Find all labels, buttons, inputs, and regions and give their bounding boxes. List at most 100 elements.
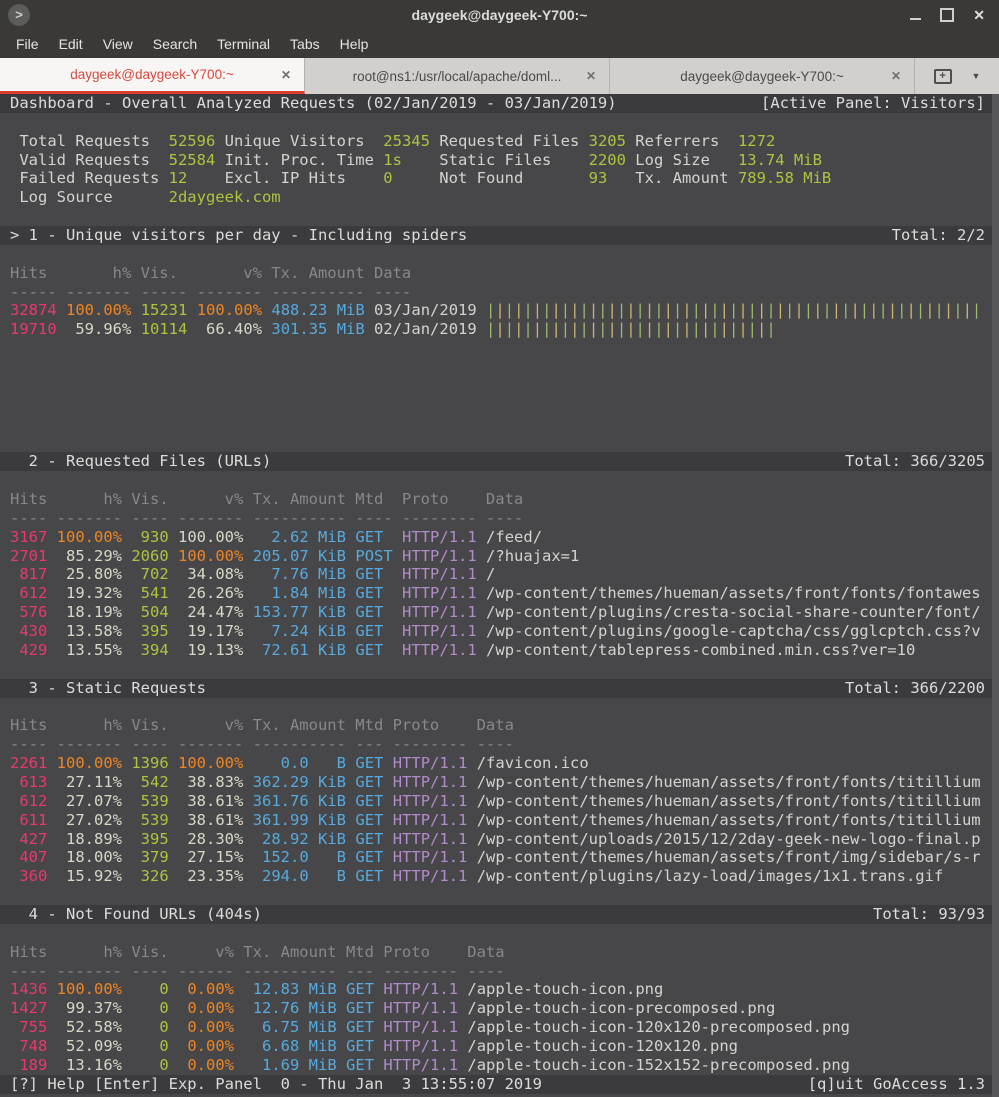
- cell-vpct: 100.00%: [178, 527, 244, 546]
- maximize-icon[interactable]: [940, 7, 955, 22]
- bar-tick: |: [607, 301, 617, 320]
- panel-column-headers: Hits h% Vis. v% Tx. Amount Mtd Proto Dat…: [10, 942, 505, 961]
- new-tab-icon[interactable]: +: [933, 68, 952, 84]
- cell-mtd: POST: [355, 546, 393, 565]
- cell-hpct: 25.80%: [56, 565, 122, 584]
- bar-tick: |: [766, 301, 776, 320]
- cell-proto: HTTP/1.1: [392, 791, 468, 810]
- bar-tick: |: [588, 301, 599, 320]
- menu-item-help[interactable]: Help: [330, 32, 379, 56]
- cell-tx: 205.07 KiB: [252, 546, 347, 565]
- close-icon[interactable]: ✕: [973, 8, 985, 22]
- cell-mtd: GET: [355, 772, 384, 791]
- panel-row: 1427 99.37% 0 0.00% 12.76 MiB GET HTTP/1…: [0, 999, 999, 1018]
- summary-segment: [626, 151, 635, 169]
- panel-row: 430 13.58% 395 19.17% 7.24 KiB GET HTTP/…: [0, 622, 999, 641]
- cell-mtd: GET: [355, 754, 384, 773]
- cell-tx: 0.0 B: [252, 754, 347, 773]
- bar-tick: |: [626, 301, 636, 320]
- tab-close-icon[interactable]: ✕: [891, 69, 901, 83]
- bar-tick: |: [738, 301, 748, 320]
- cell-vpct: 19.13%: [178, 640, 244, 659]
- blank-line: [0, 433, 999, 452]
- cell-vis: 539: [131, 791, 169, 810]
- bar-tick: |: [663, 320, 673, 339]
- summary-segment: Valid Requests: [10, 150, 169, 169]
- terminal-screen: Dashboard - Overall Analyzed Requests (0…: [0, 94, 999, 1097]
- cell-data: /apple-touch-icon-120x120-precomposed.pn…: [467, 1018, 850, 1037]
- cell-hpct: 18.19%: [56, 603, 122, 622]
- cell-proto: HTTP/1.1: [402, 603, 477, 622]
- panel-header-4-right: Total: 93/93: [873, 904, 985, 923]
- panel-row: 755 52.58% 0 0.00% 6.75 MiB GET HTTP/1.1…: [0, 1018, 999, 1037]
- blank-line: [0, 396, 999, 415]
- window-title: daygeek@daygeek-Y700:~: [411, 6, 588, 23]
- panel-row: 407 18.00% 379 27.15% 152.0 B GET HTTP/1…: [0, 848, 999, 867]
- dashboard-header-left: Dashboard - Overall Analyzed Requests (0…: [10, 94, 617, 112]
- cell-proto: HTTP/1.1: [392, 810, 468, 829]
- summary-line: Log Source 2daygeek.com: [0, 188, 999, 207]
- menu-item-edit[interactable]: Edit: [49, 32, 93, 56]
- panel-column-dashes: ---- ------- ---- ------- ---------- ---…: [10, 735, 514, 754]
- cell-hpct: 18.00%: [56, 848, 122, 867]
- tab-2[interactable]: root@ns1:/usr/local/apache/doml... ✕: [305, 58, 610, 94]
- bar-tick: |: [971, 301, 982, 320]
- bar-tick: |: [532, 301, 543, 320]
- tab-1[interactable]: daygeek@daygeek-Y700:~ ✕: [0, 58, 305, 94]
- cell-mtd: GET: [355, 584, 393, 603]
- summary-segment: 2200: [588, 150, 626, 169]
- summary-segment: 3205: [588, 131, 626, 150]
- bar-tick: |: [794, 301, 804, 320]
- bar-tick: |: [915, 301, 926, 320]
- cell-mtd: GET: [346, 980, 375, 999]
- status-bar-left: [?] Help [Enter] Exp. Panel 0 - Thu Jan …: [10, 1074, 542, 1093]
- panel-row: 32874 100.00% 15231 100.00% 488.23 MiB 0…: [0, 301, 999, 320]
- bar-tick: |: [757, 301, 767, 320]
- minimize-icon[interactable]: [910, 17, 922, 20]
- bar-tick: |: [850, 301, 860, 320]
- bar-tick: |: [644, 320, 655, 339]
- menu-item-tabs[interactable]: Tabs: [280, 32, 330, 56]
- menu-item-file[interactable]: File: [6, 32, 49, 56]
- cell-vis: 541: [131, 584, 169, 603]
- cell-vis: 0: [131, 1036, 169, 1055]
- tab-label: daygeek@daygeek-Y700:~: [70, 67, 234, 82]
- bar-tick: |: [691, 320, 701, 339]
- bar-tick: |: [616, 320, 627, 339]
- cell-vis: 0: [131, 1018, 169, 1037]
- summary-segment: [215, 151, 224, 169]
- cell-proto: HTTP/1.1: [402, 527, 477, 546]
- bar-tick: |: [495, 301, 505, 320]
- summary-segment: 1s: [383, 150, 402, 169]
- bar-tick: |: [654, 320, 664, 339]
- cell-hits: 612: [10, 791, 48, 810]
- tab-close-icon[interactable]: ✕: [586, 69, 596, 83]
- menu-item-search[interactable]: Search: [143, 32, 207, 56]
- tab-3[interactable]: daygeek@daygeek-Y700:~ ✕: [610, 58, 915, 94]
- cell-tx: 12.83 MiB: [243, 980, 337, 999]
- menu-item-terminal[interactable]: Terminal: [207, 32, 280, 56]
- cell-tx: 153.77 KiB: [252, 603, 347, 622]
- cell-mtd: GET: [346, 1055, 375, 1074]
- dashboard-header: Dashboard - Overall Analyzed Requests (0…: [0, 94, 999, 113]
- cell-data: 03/Jan/2019: [374, 301, 477, 320]
- menu-item-view[interactable]: View: [93, 32, 143, 56]
- blank-line: [0, 924, 999, 943]
- cell-vis: 0: [131, 999, 169, 1018]
- summary-segment: [215, 132, 224, 150]
- cell-proto: HTTP/1.1: [402, 640, 477, 659]
- bar-tick: |: [663, 301, 673, 320]
- bar-tick: |: [934, 301, 944, 320]
- cell-vis: 542: [131, 772, 169, 791]
- summary-line: Valid Requests 52584 Init. Proc. Time 1s…: [0, 151, 999, 170]
- blank-line: [0, 415, 999, 434]
- terminal-app-icon: >: [8, 3, 30, 26]
- tab-close-icon[interactable]: ✕: [281, 68, 291, 82]
- terminal-scrollbar[interactable]: [992, 94, 999, 1097]
- cell-hits: 1427: [10, 999, 48, 1018]
- bar-tick: |: [523, 301, 533, 320]
- tab-list-dropdown-icon[interactable]: ▼: [972, 71, 981, 81]
- bar-tick: |: [532, 320, 543, 339]
- cell-tx: 72.61 KiB: [252, 640, 347, 659]
- panel-header-2: 2 - Requested Files (URLs) Total: 366/320…: [0, 452, 999, 472]
